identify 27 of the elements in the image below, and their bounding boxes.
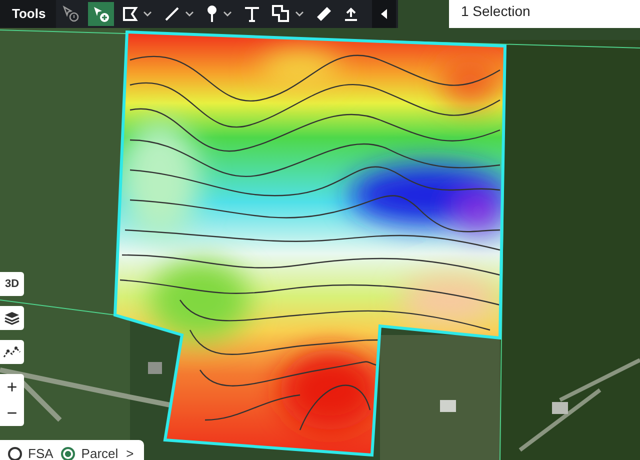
layers-button[interactable] bbox=[0, 306, 24, 330]
shapes-icon bbox=[272, 5, 290, 23]
line-chart-icon bbox=[3, 345, 21, 359]
cursor-plus-icon bbox=[92, 5, 110, 23]
3d-toggle-button[interactable]: 3D bbox=[0, 272, 24, 296]
caret-left-icon bbox=[380, 9, 388, 19]
pin-icon bbox=[206, 5, 218, 23]
line-icon bbox=[164, 6, 180, 22]
polygon-icon bbox=[122, 6, 138, 22]
more-button[interactable]: > bbox=[126, 446, 134, 460]
ruler-icon bbox=[316, 6, 332, 22]
toolbar-title: Tools bbox=[0, 0, 56, 28]
zoom-in-button[interactable]: + bbox=[0, 374, 24, 400]
building bbox=[440, 400, 456, 412]
boundary-option[interactable]: Parcel bbox=[61, 446, 118, 460]
selection-title: 1 Selection bbox=[461, 3, 530, 19]
building bbox=[148, 362, 162, 374]
zoom-out-button[interactable]: − bbox=[0, 400, 24, 426]
heat-spot bbox=[440, 55, 500, 105]
tool-button[interactable] bbox=[372, 0, 396, 28]
text-tool-icon bbox=[244, 6, 260, 22]
upload-icon bbox=[344, 7, 358, 21]
boundary-option[interactable]: FSA bbox=[8, 446, 54, 460]
profile-button[interactable] bbox=[0, 340, 24, 364]
layers-icon bbox=[4, 311, 20, 325]
building bbox=[552, 402, 568, 414]
pointer-info-icon bbox=[62, 5, 80, 23]
